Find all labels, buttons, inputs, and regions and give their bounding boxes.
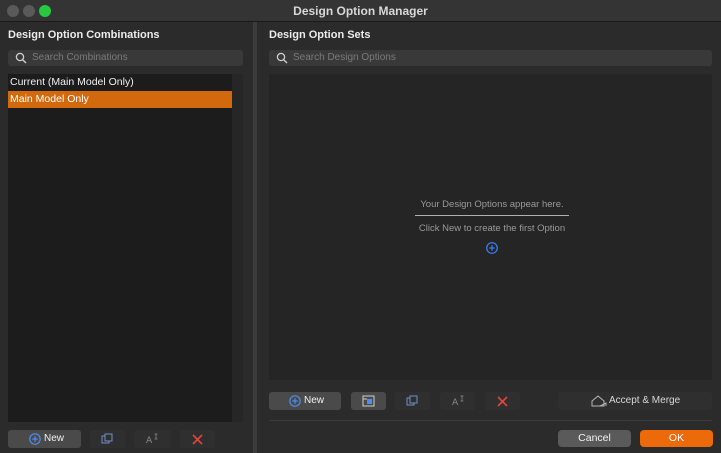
window-title: Design Option Manager [293,4,428,18]
add-circle-icon [289,395,301,407]
rename-option-button[interactable]: A [440,392,475,410]
delete-icon [192,434,203,445]
list-item[interactable]: Current (Main Model Only) [8,74,232,91]
title-bar: Design Option Manager [0,0,721,22]
add-option-icon[interactable] [485,241,499,255]
search-icon [276,52,288,64]
accept-merge-label: Accept & Merge [609,395,681,406]
delete-option-button[interactable] [485,392,520,410]
duplicate-option-button[interactable] [395,392,430,410]
search-icon [15,52,27,64]
footer-divider [269,420,712,421]
cancel-button[interactable]: Cancel [558,430,631,447]
combinations-heading: Design Option Combinations [8,29,160,41]
add-circle-icon [29,433,41,445]
empty-state-title: Your Design Options appear here. [420,199,564,210]
empty-state-hint: Click New to create the first Option [418,223,566,234]
add-option-set-button[interactable] [351,392,386,410]
option-sets-search-placeholder: Search Design Options [293,52,396,63]
new-option-label: New [304,395,325,406]
new-combination-label: New [44,433,65,444]
new-option-button[interactable]: New [269,392,341,410]
combinations-list: Current (Main Model Only) Main Model Onl… [8,74,232,422]
list-item-selected[interactable]: Main Model Only [8,91,232,108]
combinations-search-placeholder: Search Combinations [32,52,128,63]
duplicate-icon [101,433,113,444]
rename-combination-button[interactable]: A [134,430,171,448]
rename-icon: A [452,395,464,407]
option-sets-heading: Design Option Sets [269,29,371,41]
delete-combination-button[interactable] [180,430,215,448]
accept-merge-icon [591,395,607,407]
option-set-icon [362,395,375,407]
combinations-search-input[interactable]: Search Combinations [8,50,243,66]
duplicate-icon [406,395,418,406]
combinations-panel: Design Option Combinations Search Combin… [0,22,253,453]
accept-merge-button[interactable]: Accept & Merge [558,392,712,410]
svg-text:A: A [146,436,153,445]
rename-icon: A [146,433,158,445]
empty-state-underline [415,215,569,216]
svg-text:A: A [452,398,459,407]
option-sets-search-input[interactable]: Search Design Options [269,50,712,66]
delete-icon [497,396,508,407]
option-sets-panel: Design Option Sets Search Design Options… [257,22,721,453]
combinations-scrollbar[interactable] [232,74,243,422]
new-combination-button[interactable]: New [8,430,81,448]
duplicate-combination-button[interactable] [90,430,125,448]
option-sets-area: Your Design Options appear here. Click N… [269,74,712,380]
ok-button[interactable]: OK [640,430,713,447]
